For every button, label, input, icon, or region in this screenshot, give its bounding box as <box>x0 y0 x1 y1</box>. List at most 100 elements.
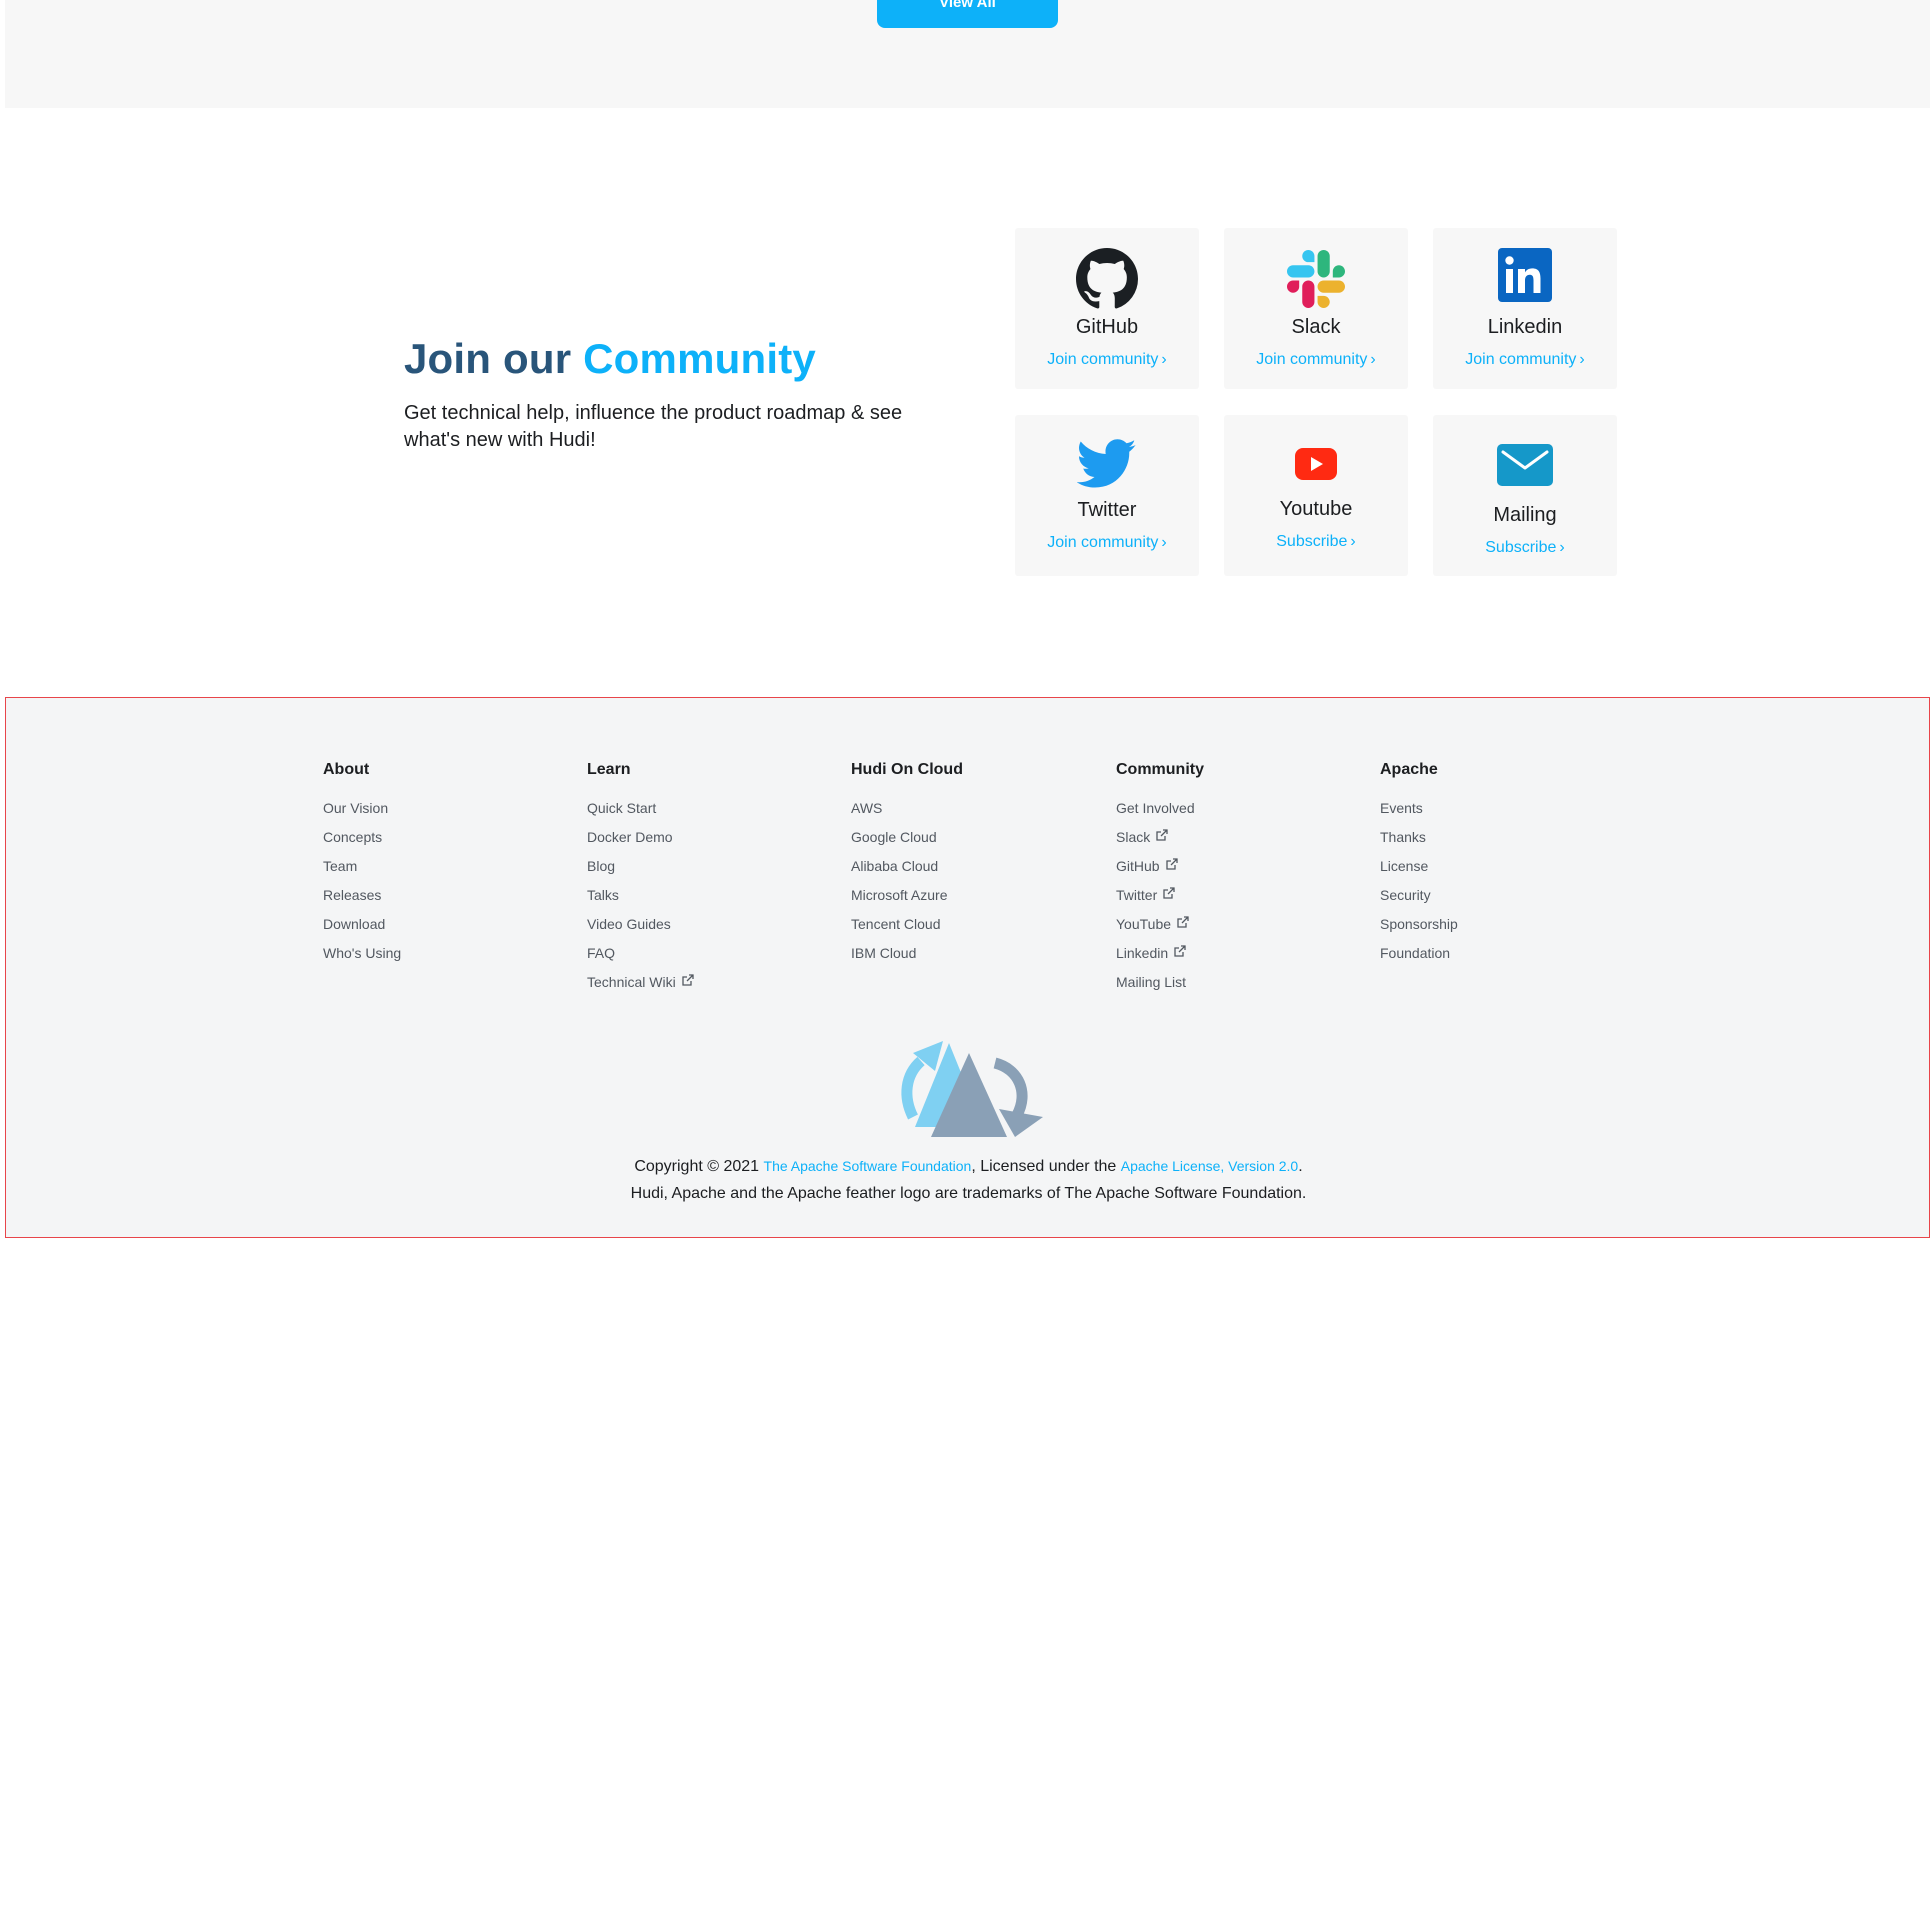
period-text: . <box>1298 1158 1303 1175</box>
footer-link-technical-wiki[interactable]: Technical Wiki <box>587 973 694 1002</box>
footer-col-apache: Apache Events Thanks License Security Sp… <box>1380 761 1458 973</box>
chevron-right-icon: › <box>1370 351 1376 368</box>
footer-link[interactable]: Docker Demo <box>587 828 694 857</box>
footer-link[interactable]: IBM Cloud <box>851 944 963 973</box>
footer-col-learn: Learn Quick Start Docker Demo Blog Talks… <box>587 761 694 1002</box>
copyright-text: Copyright © 2021 <box>634 1158 764 1175</box>
card-twitter: Twitter Join community › <box>1015 415 1199 576</box>
card-name: Twitter <box>1077 499 1137 521</box>
footer-link-twitter[interactable]: Twitter <box>1116 886 1204 915</box>
join-slack-link[interactable]: Join community › <box>1224 351 1408 369</box>
footer-link[interactable]: Download <box>323 915 401 944</box>
footer-link[interactable]: Video Guides <box>587 915 694 944</box>
footer-link[interactable]: Releases <box>323 886 401 915</box>
footer-link-label: YouTube <box>1116 916 1172 932</box>
footer-link[interactable]: Team <box>323 857 401 886</box>
join-twitter-link[interactable]: Join community › <box>1015 534 1199 552</box>
community-description: Get technical help, influence the produc… <box>404 402 903 451</box>
footer-link[interactable]: Mailing List <box>1116 973 1204 1002</box>
twitter-icon <box>1015 439 1199 489</box>
footer-link-linkedin[interactable]: Linkedin <box>1116 944 1204 973</box>
link-label: Subscribe <box>1276 533 1348 550</box>
footer-col-title: About <box>323 761 370 778</box>
footer-link[interactable]: AWS <box>851 799 963 828</box>
youtube-icon <box>1224 448 1408 480</box>
license-link[interactable]: Apache License, Version 2.0 <box>1121 1158 1298 1174</box>
footer-link[interactable]: FAQ <box>587 944 694 973</box>
chevron-right-icon: › <box>1559 539 1565 556</box>
external-link-icon <box>1173 944 1186 962</box>
footer-link-slack[interactable]: Slack <box>1116 828 1204 857</box>
footer-link-label: Twitter <box>1116 887 1158 903</box>
view-all-button[interactable]: View All <box>877 0 1058 28</box>
link-label: Join community <box>1047 351 1159 368</box>
trademark-line: Hudi, Apache and the Apache feather logo… <box>630 1185 1307 1202</box>
link-label: Join community <box>1047 534 1159 551</box>
footer-link-label: Slack <box>1116 829 1151 845</box>
footer-link[interactable]: License <box>1380 857 1458 886</box>
footer-link[interactable]: Blog <box>587 857 694 886</box>
github-icon <box>1015 248 1199 310</box>
footer-col-title: Apache <box>1380 761 1438 778</box>
footer-link[interactable]: Alibaba Cloud <box>851 857 963 886</box>
copyright-line: Copyright © 2021 The Apache Software Fou… <box>6 1158 1930 1176</box>
footer-link[interactable]: Talks <box>587 886 694 915</box>
footer-link-label: Technical Wiki <box>587 974 676 990</box>
licensed-text: , Licensed under the <box>971 1158 1121 1175</box>
external-link-icon <box>681 973 694 991</box>
footer-link-label: Linkedin <box>1116 945 1169 961</box>
chevron-right-icon: › <box>1579 351 1585 368</box>
footer-link-label: GitHub <box>1116 858 1160 874</box>
footer-link[interactable]: Security <box>1380 886 1458 915</box>
footer-link[interactable]: Thanks <box>1380 828 1458 857</box>
card-name: Youtube <box>1279 498 1353 520</box>
footer-link-youtube[interactable]: YouTube <box>1116 915 1204 944</box>
card-name: Slack <box>1291 316 1341 338</box>
card-name: GitHub <box>1075 316 1139 338</box>
card-github: GitHub Join community › <box>1015 228 1199 389</box>
card-slack: Slack Join community › <box>1224 228 1408 389</box>
footer-col-community: Community Get Involved Slack GitHub Twit… <box>1116 761 1204 1002</box>
footer-link[interactable]: Concepts <box>323 828 401 857</box>
subscribe-youtube-link[interactable]: Subscribe › <box>1224 533 1408 551</box>
card-name: Linkedin <box>1487 316 1563 338</box>
mail-icon <box>1433 444 1617 486</box>
footer-link[interactable]: Google Cloud <box>851 828 963 857</box>
footer-link-github[interactable]: GitHub <box>1116 857 1204 886</box>
link-label: Join community <box>1256 351 1368 368</box>
community-heading: Join our Community <box>404 335 816 383</box>
join-linkedin-link[interactable]: Join community › <box>1433 351 1617 369</box>
footer-col-title: Community <box>1116 761 1204 778</box>
footer-col-title: Hudi On Cloud <box>851 761 963 778</box>
link-label: Subscribe <box>1485 539 1557 556</box>
footer-col-about: About Our Vision Concepts Team Releases … <box>323 761 401 973</box>
asf-link[interactable]: The Apache Software Foundation <box>764 1158 972 1174</box>
footer-link[interactable]: Foundation <box>1380 944 1458 973</box>
footer: About Our Vision Concepts Team Releases … <box>5 697 1930 1238</box>
external-link-icon <box>1162 886 1175 904</box>
chevron-right-icon: › <box>1161 351 1167 368</box>
footer-link[interactable]: Our Vision <box>323 799 401 828</box>
footer-link[interactable]: Events <box>1380 799 1458 828</box>
footer-link[interactable]: Microsoft Azure <box>851 886 963 915</box>
footer-col-title: Learn <box>587 761 631 778</box>
card-youtube: Youtube Subscribe › <box>1224 415 1408 576</box>
join-github-link[interactable]: Join community › <box>1015 351 1199 369</box>
footer-link[interactable]: Get Involved <box>1116 799 1204 828</box>
heading-prefix: Join our <box>404 335 572 382</box>
footer-link[interactable]: Sponsorship <box>1380 915 1458 944</box>
external-link-icon <box>1165 857 1178 875</box>
footer-link[interactable]: Who's Using <box>323 944 401 973</box>
footer-link[interactable]: Tencent Cloud <box>851 915 963 944</box>
external-link-icon <box>1176 915 1189 933</box>
card-mailing: Mailing Subscribe › <box>1433 415 1617 576</box>
chevron-right-icon: › <box>1161 534 1167 551</box>
hudi-logo <box>891 1031 1051 1146</box>
footer-col-cloud: Hudi On Cloud AWS Google Cloud Alibaba C… <box>851 761 963 973</box>
link-label: Join community <box>1465 351 1577 368</box>
slack-icon <box>1224 250 1408 308</box>
subscribe-mailing-link[interactable]: Subscribe › <box>1433 539 1617 557</box>
linkedin-icon <box>1433 248 1617 302</box>
card-linkedin: Linkedin Join community › <box>1433 228 1617 389</box>
footer-link[interactable]: Quick Start <box>587 799 694 828</box>
